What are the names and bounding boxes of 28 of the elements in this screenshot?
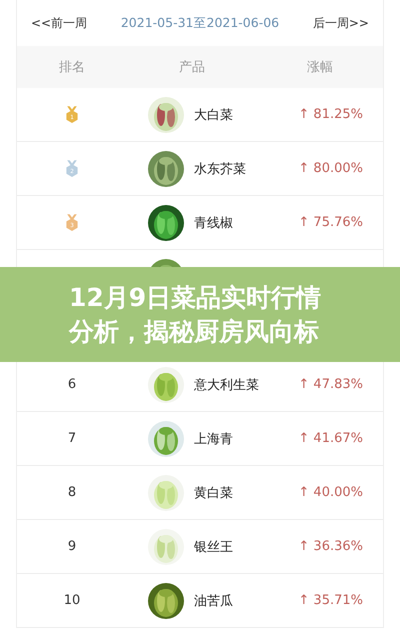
product-name: 意大利生菜 <box>194 376 259 394</box>
rank-number: 7 <box>68 431 76 446</box>
price-change: ↑ 81.25% <box>298 107 363 122</box>
product-name: 油苦瓜 <box>194 592 233 610</box>
product-name: 水东芥菜 <box>194 160 246 178</box>
price-change: ↑ 47.83% <box>298 377 363 392</box>
column-header: 产品 <box>178 59 206 76</box>
product-name: 青线椒 <box>194 214 233 232</box>
rank-number: 6 <box>68 377 76 392</box>
previous-week-link[interactable]: <<前一周 <box>31 14 88 32</box>
column-header: 涨幅 <box>306 59 334 76</box>
date-range: 2021-05-31至2021-06-06 <box>120 14 280 32</box>
rank-number: 8 <box>68 485 76 500</box>
banner-title: 12月9日菜品实时行情分析，揭秘厨房风向标 <box>69 282 322 348</box>
price-change: ↑ 40.00% <box>298 485 363 500</box>
column-header: 排名 <box>58 59 86 76</box>
price-change: ↑ 41.67% <box>298 431 363 446</box>
rank-number: 9 <box>68 539 76 554</box>
price-change: ↑ 35.71% <box>298 593 363 608</box>
product-name: 大白菜 <box>194 106 233 124</box>
product-name: 上海青 <box>194 430 233 448</box>
price-change: ↑ 80.00% <box>298 161 363 176</box>
price-change: ↑ 75.76% <box>298 215 363 230</box>
product-name: 银丝王 <box>194 538 233 556</box>
product-name: 黄白菜 <box>194 484 233 502</box>
next-week-link[interactable]: 后一周>> <box>312 14 369 32</box>
price-change: ↑ 36.36% <box>298 539 363 554</box>
rank-number: 10 <box>64 593 80 608</box>
